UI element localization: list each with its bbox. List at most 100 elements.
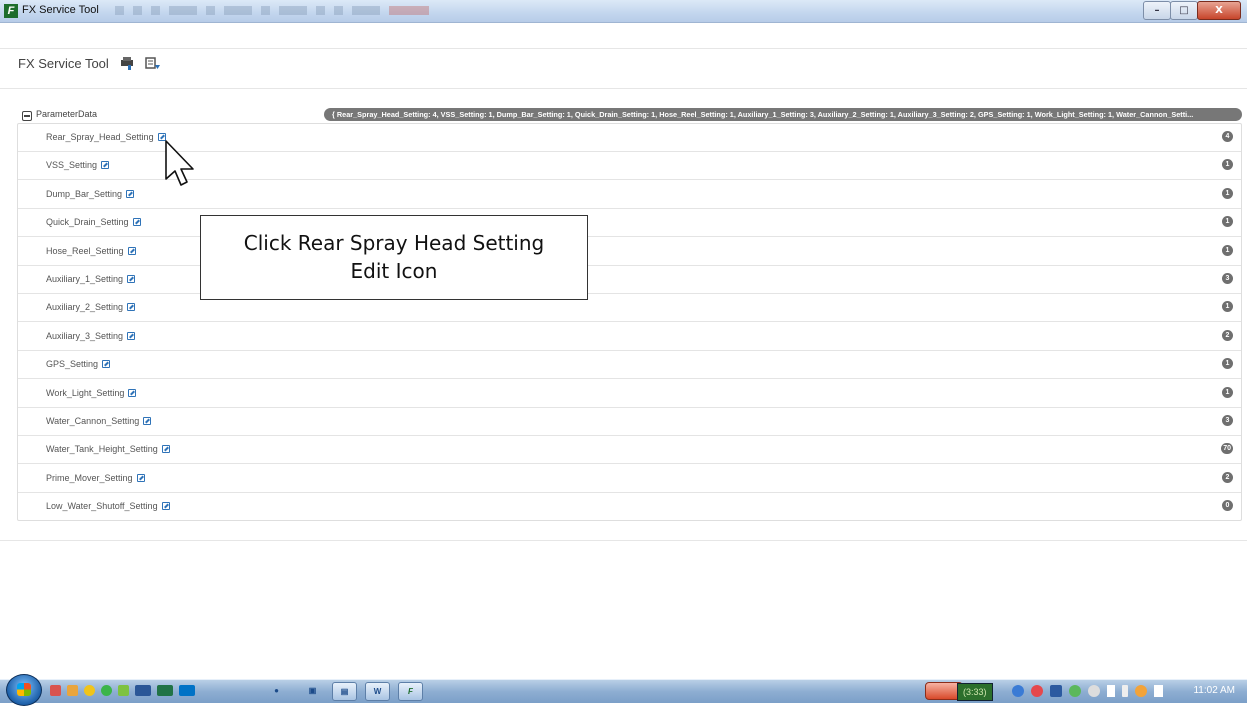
parameter-name: Rear_Spray_Head_Setting <box>46 132 166 142</box>
parameter-label: Low_Water_Shutoff_Setting <box>46 501 158 512</box>
count-badge: 1 <box>1222 216 1233 228</box>
parameter-name: Auxiliary_2_Setting <box>46 302 136 312</box>
app-name: FX Service Tool <box>18 56 109 71</box>
app-header: FX Service Tool <box>18 56 161 71</box>
tray-icon[interactable] <box>1069 685 1081 697</box>
instruction-callout: Click Rear Spray Head Setting Edit Icon <box>200 215 588 300</box>
quick-access-toolbar <box>115 6 515 16</box>
parameter-label: Auxiliary_1_Setting <box>46 274 124 284</box>
edit-icon[interactable] <box>127 331 136 340</box>
close-button[interactable]: X <box>1197 1 1241 20</box>
edit-icon[interactable] <box>102 360 111 369</box>
count-badge: 0 <box>1222 500 1233 512</box>
volume-icon[interactable] <box>1154 685 1163 697</box>
taskbar: ● ▣ ▤ W F (3:33) 11:02 AM <box>0 674 1247 706</box>
parameter-label: GPS_Setting <box>46 359 99 370</box>
parameter-label: Prime_Mover_Setting <box>46 472 133 483</box>
app-icon[interactable]: ● <box>264 682 289 701</box>
parameter-row: Prime_Mover_Setting 2 <box>18 465 1241 493</box>
parameter-label: Hose_Reel_Setting <box>46 245 124 256</box>
parameter-name: Work_Light_Setting <box>46 387 137 398</box>
network-icon[interactable] <box>1088 685 1100 697</box>
parameter-name: Quick_Drain_Setting <box>46 217 141 227</box>
count-badge: 70 <box>1221 443 1233 455</box>
tray-icon[interactable] <box>1031 685 1043 697</box>
count-badge: 1 <box>1222 187 1233 199</box>
parameter-name: Hose_Reel_Setting <box>46 246 136 256</box>
tray-icon[interactable] <box>1050 685 1062 697</box>
fx-service-tool-task-button[interactable]: F <box>398 682 423 701</box>
app-icon[interactable] <box>118 685 129 696</box>
parameter-name: Auxiliary_3_Setting <box>46 331 136 341</box>
tray-icon[interactable] <box>1135 685 1147 697</box>
notification-area <box>1012 685 1163 697</box>
app-icon[interactable] <box>67 685 78 696</box>
parameter-label: Quick_Drain_Setting <box>46 217 129 228</box>
parameter-row: Low_Water_Shutoff_Setting 0 <box>18 493 1241 521</box>
edit-icon[interactable] <box>143 417 152 425</box>
parameter-data-label: ParameterData <box>36 109 98 119</box>
edit-icon[interactable] <box>161 502 170 511</box>
parameter-name: Water_Cannon_Setting <box>46 416 152 426</box>
app-logo-icon: F <box>4 4 18 18</box>
parameter-label: Water_Tank_Height_Setting <box>46 444 158 455</box>
divider <box>0 540 1247 541</box>
app-icon[interactable]: ▣ <box>300 682 325 701</box>
parameter-data-node: ParameterData { Rear_Spray_Head_Setting:… <box>22 108 1242 122</box>
quick-launch-icons <box>50 685 195 696</box>
count-badge: 1 <box>1222 358 1233 370</box>
parameter-label: VSS_Setting <box>46 160 98 171</box>
edit-icon[interactable] <box>127 275 136 283</box>
parameter-name: GPS_Setting <box>46 359 111 370</box>
count-badge: 4 <box>1222 131 1233 142</box>
system-clock[interactable]: 11:02 AM <box>1193 685 1235 696</box>
parameter-name: Prime_Mover_Setting <box>46 473 145 483</box>
excel-icon[interactable] <box>157 685 173 696</box>
parameter-label: Dump_Bar_Setting <box>46 188 123 199</box>
edit-icon[interactable] <box>127 303 136 312</box>
parameter-label: Water_Cannon_Setting <box>46 416 140 426</box>
parameter-name: VSS_Setting <box>46 160 110 171</box>
parameter-label: Work_Light_Setting <box>46 387 125 398</box>
parameter-summary-badge: { Rear_Spray_Head_Setting: 4, VSS_Settin… <box>324 108 1242 121</box>
print-icon[interactable] <box>119 56 135 71</box>
edit-icon[interactable] <box>127 246 136 255</box>
divider <box>0 48 1247 49</box>
window-controls: – □ X <box>1143 1 1241 20</box>
collapse-toggle-icon[interactable] <box>22 111 32 121</box>
edit-icon[interactable] <box>126 189 135 198</box>
count-badge: 1 <box>1222 386 1233 398</box>
app-icon[interactable] <box>101 685 112 696</box>
outlook-icon[interactable] <box>179 685 195 696</box>
edit-icon[interactable] <box>132 218 141 227</box>
count-badge: 3 <box>1222 415 1233 426</box>
battery-icon[interactable] <box>1122 685 1128 697</box>
count-badge: 2 <box>1222 329 1233 341</box>
flag-icon[interactable] <box>1107 685 1115 697</box>
start-button[interactable] <box>6 674 42 706</box>
explorer-task-button[interactable]: ▤ <box>332 682 357 701</box>
count-badge: 1 <box>1222 159 1233 171</box>
parameter-name: Low_Water_Shutoff_Setting <box>46 501 170 511</box>
tray-icon[interactable] <box>1012 685 1024 697</box>
instruction-line-2: Edit Icon <box>350 259 438 283</box>
app-icon[interactable] <box>50 685 61 696</box>
count-badge: 1 <box>1222 244 1233 256</box>
edit-icon[interactable] <box>136 473 145 482</box>
edit-icon[interactable] <box>128 388 137 397</box>
parameter-row: Auxiliary_3_Setting 2 <box>18 323 1241 351</box>
word-task-button[interactable]: W <box>365 682 390 701</box>
edit-icon[interactable] <box>101 161 110 170</box>
minimize-button[interactable]: – <box>1143 1 1171 20</box>
app-icon[interactable] <box>84 685 95 696</box>
parameter-row: Water_Tank_Height_Setting 70 <box>18 436 1241 465</box>
window-title: FX Service Tool <box>22 4 99 16</box>
divider <box>0 88 1247 89</box>
parameter-name: Dump_Bar_Setting <box>46 188 135 199</box>
refresh-icon[interactable] <box>145 56 161 71</box>
parameter-name: Water_Tank_Height_Setting <box>46 444 170 454</box>
edit-icon[interactable] <box>161 445 170 454</box>
maximize-button[interactable]: □ <box>1170 1 1198 20</box>
word-icon[interactable] <box>135 685 151 696</box>
parameter-row: Work_Light_Setting 1 <box>18 380 1241 408</box>
